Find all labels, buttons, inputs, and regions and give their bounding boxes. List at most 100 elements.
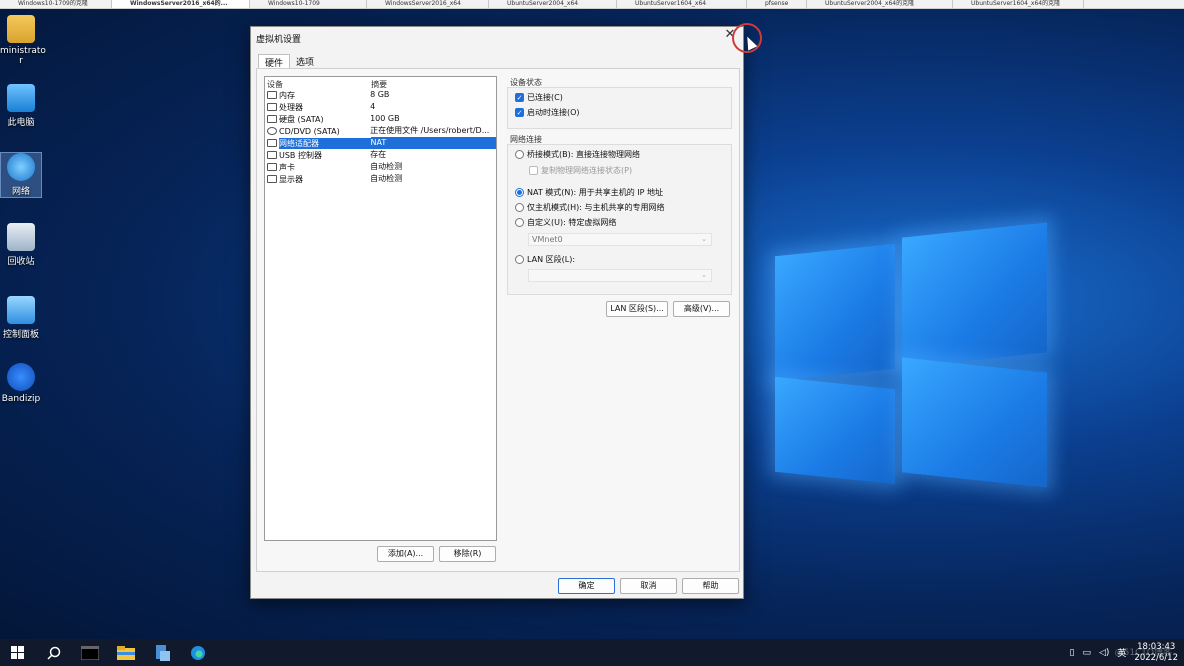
device-list: 设备 摘要 内存 8 GB 处理器 4 硬盘 (SATA) 100 GB CD/… [264,76,497,541]
folder-icon [117,645,135,660]
desktop-icon-network[interactable]: 网络 [0,152,42,198]
connected-checkbox[interactable]: ✓ 已连接(C) [515,92,563,103]
vm-tab[interactable]: UbuntuServer1604_x64 [617,0,747,8]
terminal-button[interactable] [72,639,108,666]
taskbar: ▯ ▭ ◁) 英 18:03:43 2022/6/12 [0,639,1184,666]
server-manager-button[interactable] [144,639,180,666]
vm-settings-dialog: 虚拟机设置 ✕ 硬件 选项 设备 摘要 内存 8 GB 处理器 4 硬盘 (SA… [250,26,744,599]
memory-icon [267,91,277,99]
cd-dvd-icon [267,127,277,135]
vm-tab[interactable]: UbuntuServer2004_x64的克隆 [807,0,953,8]
vm-tab[interactable]: pfsense [747,0,807,8]
display-icon [267,175,277,183]
vm-tab-active[interactable]: WindowsServer2016_x64的... [112,0,250,8]
advanced-button[interactable]: 高级(V)... [673,301,730,317]
tab-hardware[interactable]: 硬件 [258,54,291,69]
usb-icon [267,151,277,159]
device-summary: 4 [370,102,376,111]
bandizip-icon [7,363,35,391]
network-tray-icon[interactable]: ▭ [1082,648,1091,658]
desktop-icon-label: 此电脑 [7,118,35,128]
sound-card-icon [267,163,277,171]
connected-label: 已连接(C) [527,93,563,102]
recycle-bin-icon [7,223,35,251]
desktop-icon-label: 控制面板 [2,330,39,340]
bridged-radio[interactable]: 桥接模式(B): 直接连接物理网络 [515,149,640,160]
network-adapter-icon [267,139,277,147]
help-button[interactable]: 帮助 [682,578,739,594]
search-button[interactable] [36,639,72,666]
tab-options[interactable]: 选项 [290,54,320,68]
device-summary: NAT [370,137,496,149]
custom-radio[interactable]: 自定义(U): 特定虚拟网络 [515,217,616,228]
edge-browser-button[interactable] [180,639,216,666]
checkbox-icon [529,166,538,175]
user-folder-icon [7,15,35,43]
vm-tab-strip: Windows10-1709的克隆 WindowsServer2016_x64的… [0,0,1184,9]
device-name: 声卡 [279,162,295,172]
radio-icon [515,218,524,227]
chevron-down-icon: ⌄ [701,271,707,279]
device-summary: 正在使用文件 /Users/robert/D... [370,126,490,135]
control-panel-icon [7,296,35,324]
device-row-network-adapter[interactable]: 网络适配器 NAT [265,137,496,149]
device-name: CD/DVD (SATA) [279,126,340,136]
connect-at-power-on-label: 启动时连接(O) [527,108,580,117]
nat-label: NAT 模式(N): 用于共享主机的 IP 地址 [527,188,663,197]
device-row-cd-dvd[interactable]: CD/DVD (SATA) 正在使用文件 /Users/robert/D... [265,125,496,137]
device-list-header: 设备 摘要 [265,77,496,90]
replicate-state-checkbox[interactable]: 复制物理网络连接状态(P) [529,165,632,176]
device-row-usb-controller[interactable]: USB 控制器 存在 [265,149,496,161]
ok-button[interactable]: 确定 [558,578,615,594]
desktop-icon-label: 回收站 [7,257,35,267]
file-explorer-button[interactable] [108,639,144,666]
device-row-hard-disk[interactable]: 硬盘 (SATA) 100 GB [265,113,496,125]
device-row-processor[interactable]: 处理器 4 [265,101,496,113]
dialog-title: 虚拟机设置 [256,35,302,45]
device-row-memory[interactable]: 内存 8 GB [265,89,496,101]
nat-radio[interactable]: NAT 模式(N): 用于共享主机的 IP 地址 [515,187,663,198]
custom-label: 自定义(U): 特定虚拟网络 [527,218,617,227]
desktop-icon-this-pc[interactable]: 此电脑 [0,84,42,128]
battery-icon[interactable]: ▯ [1069,648,1074,658]
lan-segment-select[interactable]: ⌄ [528,269,712,282]
lan-segments-button[interactable]: LAN 区段(S)... [606,301,668,317]
column-header-summary: 摘要 [371,80,388,89]
dialog-tabs: 硬件 选项 [258,54,320,69]
desktop-icon-bandizip[interactable]: Bandizip [0,363,42,404]
bridged-label: 桥接模式(B): 直接连接物理网络 [527,150,640,159]
desktop-icon-label: ministrato r [0,46,46,66]
custom-network-select[interactable]: VMnet0 ⌄ [528,233,712,246]
host-only-radio[interactable]: 仅主机模式(H): 与主机共享的专用网络 [515,202,665,213]
device-name: 显示器 [279,174,303,184]
chevron-down-icon: ⌄ [701,235,707,243]
desktop-icon-control-panel[interactable]: 控制面板 [0,296,42,340]
computer-icon [7,84,35,112]
vm-tab[interactable]: Windows10-1709的克隆 [0,0,112,8]
replicate-state-label: 复制物理网络连接状态(P) [541,166,633,175]
vm-tab[interactable]: UbuntuServer1604_x64的克隆 [953,0,1084,8]
custom-network-value: VMnet0 [532,235,563,244]
device-row-sound-card[interactable]: 声卡 自动检测 [265,161,496,173]
processor-icon [267,103,277,111]
desktop-icon-recycle-bin[interactable]: 回收站 [0,223,42,267]
lan-segment-radio[interactable]: LAN 区段(L): [515,254,575,265]
device-summary: 自动检测 [370,162,403,171]
column-header-device: 设备 [267,79,283,89]
remove-device-button[interactable]: 移除(R) [439,546,496,562]
check-icon: ✓ [515,93,524,102]
vm-tab[interactable]: Windows10-1709 [250,0,367,8]
desktop-icon-administrator[interactable]: ministrato r [0,15,46,66]
device-row-display[interactable]: 显示器 自动检测 [265,173,496,185]
vm-tab[interactable]: WindowsServer2016_x64 [367,0,489,8]
edge-icon [191,645,205,660]
add-device-button[interactable]: 添加(A)... [377,546,434,562]
desktop-icon-label: Bandizip [1,394,41,404]
start-button[interactable] [0,639,36,666]
device-name: 硬盘 (SATA) [279,114,324,124]
desktop-icon-label: 网络 [11,187,30,197]
connect-at-power-on-checkbox[interactable]: ✓ 启动时连接(O) [515,107,580,118]
volume-icon[interactable]: ◁) [1099,648,1109,658]
vm-tab[interactable]: UbuntuServer2004_x64 [489,0,617,8]
cancel-button[interactable]: 取消 [620,578,677,594]
